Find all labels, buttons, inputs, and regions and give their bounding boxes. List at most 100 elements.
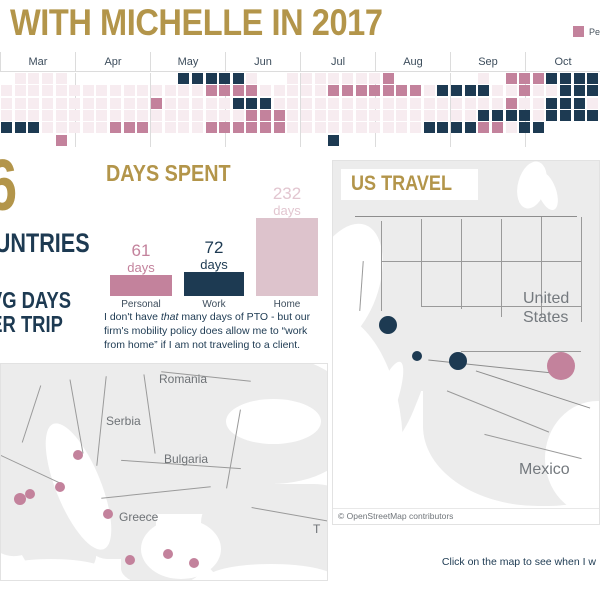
calendar-day-cell[interactable] [273, 85, 285, 97]
map-location-marker[interactable] [55, 482, 65, 492]
calendar-day-cell[interactable] [560, 85, 572, 97]
map-location-marker[interactable] [379, 316, 397, 334]
calendar-day-cell[interactable] [96, 122, 108, 134]
calendar-day-cell[interactable] [123, 109, 135, 121]
calendar-day-cell[interactable] [1, 109, 12, 121]
calendar-day-cell[interactable] [423, 109, 435, 121]
calendar-day-cell[interactable] [546, 97, 558, 109]
bar-group-personal[interactable]: 61 days Personal [110, 241, 172, 310]
map-location-marker[interactable] [412, 351, 422, 361]
calendar-day-cell[interactable] [232, 73, 244, 84]
calendar-day-cell[interactable] [382, 97, 394, 109]
calendar-day-cell[interactable] [14, 85, 26, 97]
calendar-day-cell[interactable] [382, 122, 394, 134]
calendar-day-cell[interactable] [28, 97, 40, 109]
calendar-day-cell[interactable] [151, 97, 162, 109]
calendar-day-cell[interactable] [55, 85, 67, 97]
calendar-day-cell[interactable] [232, 85, 244, 97]
calendar-day-cell[interactable] [573, 109, 585, 121]
calendar-day-cell[interactable] [519, 73, 531, 84]
calendar-day-cell[interactable] [178, 85, 190, 97]
calendar-day-cell[interactable] [301, 122, 312, 134]
europe-travel-map[interactable]: Romania Serbia Bulgaria Greece T [0, 363, 328, 581]
calendar-day-cell[interactable] [28, 122, 40, 134]
calendar-day-cell[interactable] [55, 73, 67, 84]
calendar-day-cell[interactable] [69, 122, 81, 134]
calendar-day-cell[interactable] [260, 97, 272, 109]
map-location-marker[interactable] [14, 493, 26, 505]
calendar-day-cell[interactable] [219, 97, 231, 109]
calendar-day-cell[interactable] [355, 122, 367, 134]
calendar-day-cell[interactable] [164, 97, 176, 109]
calendar-day-cell[interactable] [560, 73, 572, 84]
calendar-day-cell[interactable] [341, 122, 353, 134]
calendar-day-cell[interactable] [491, 85, 503, 97]
calendar-day-cell[interactable] [423, 85, 435, 97]
calendar-day-cell[interactable] [82, 85, 94, 97]
calendar-day-cell[interactable] [532, 73, 544, 84]
bar-group-home[interactable]: 232 days Home [256, 184, 318, 310]
calendar-day-cell[interactable] [478, 85, 490, 97]
us-travel-map[interactable]: US TRAVEL © OpenStreetMap contributors U… [332, 160, 600, 525]
calendar-day-cell[interactable] [191, 97, 203, 109]
calendar-day-cell[interactable] [301, 85, 312, 97]
calendar-day-cell[interactable] [41, 97, 53, 109]
calendar-day-cell[interactable] [410, 97, 422, 109]
calendar-day-cell[interactable] [191, 122, 203, 134]
calendar-day-cell[interactable] [1, 85, 12, 97]
calendar-day-cell[interactable] [560, 109, 572, 121]
calendar-day-cell[interactable] [355, 85, 367, 97]
calendar-day-cell[interactable] [205, 85, 217, 97]
calendar-day-cell[interactable] [151, 109, 162, 121]
calendar-day-cell[interactable] [587, 97, 599, 109]
calendar-day-cell[interactable] [341, 73, 353, 84]
calendar-day-cell[interactable] [82, 109, 94, 121]
calendar-day-cell[interactable] [260, 109, 272, 121]
map-location-marker[interactable] [125, 555, 135, 565]
calendar-day-cell[interactable] [505, 109, 517, 121]
calendar-day-cell[interactable] [69, 85, 81, 97]
calendar-day-cell[interactable] [123, 97, 135, 109]
calendar-day-cell[interactable] [451, 109, 462, 121]
calendar-day-cell[interactable] [232, 122, 244, 134]
calendar-day-cell[interactable] [532, 97, 544, 109]
calendar-day-cell[interactable] [478, 97, 490, 109]
calendar-day-cell[interactable] [287, 109, 299, 121]
calendar-day-cell[interactable] [273, 109, 285, 121]
calendar-day-cell[interactable] [587, 109, 599, 121]
calendar-day-cell[interactable] [110, 122, 122, 134]
calendar-day-cell[interactable] [178, 109, 190, 121]
calendar-day-cell[interactable] [14, 73, 26, 84]
calendar-day-cell[interactable] [355, 73, 367, 84]
map-location-marker[interactable] [189, 558, 199, 568]
calendar-day-cell[interactable] [28, 109, 40, 121]
calendar-day-cell[interactable] [587, 73, 599, 84]
calendar-day-cell[interactable] [410, 85, 422, 97]
calendar-day-cell[interactable] [260, 122, 272, 134]
calendar-day-cell[interactable] [301, 97, 312, 109]
calendar-day-cell[interactable] [273, 122, 285, 134]
calendar-day-cell[interactable] [232, 97, 244, 109]
calendar-day-cell[interactable] [478, 73, 490, 84]
calendar-day-cell[interactable] [546, 85, 558, 97]
calendar-day-cell[interactable] [505, 122, 517, 134]
calendar-day-cell[interactable] [451, 122, 462, 134]
calendar-day-cell[interactable] [355, 97, 367, 109]
calendar-day-cell[interactable] [573, 97, 585, 109]
bar-rect-home[interactable] [256, 218, 318, 296]
calendar-day-cell[interactable] [137, 85, 149, 97]
calendar-day-cell[interactable] [437, 97, 449, 109]
calendar-day-cell[interactable] [532, 122, 544, 134]
calendar-day-cell[interactable] [96, 109, 108, 121]
calendar-day-cell[interactable] [246, 109, 258, 121]
calendar-day-cell[interactable] [573, 73, 585, 84]
calendar-day-cell[interactable] [219, 85, 231, 97]
calendar-day-cell[interactable] [341, 85, 353, 97]
map-location-marker[interactable] [103, 509, 113, 519]
calendar-day-cell[interactable] [219, 109, 231, 121]
calendar-heatmap[interactable]: Mar Apr May Jun Jul Aug Sep Oct [0, 52, 600, 147]
calendar-day-cell[interactable] [546, 109, 558, 121]
calendar-day-cell[interactable] [246, 122, 258, 134]
calendar-day-cell[interactable] [69, 109, 81, 121]
calendar-day-cell[interactable] [151, 85, 162, 97]
